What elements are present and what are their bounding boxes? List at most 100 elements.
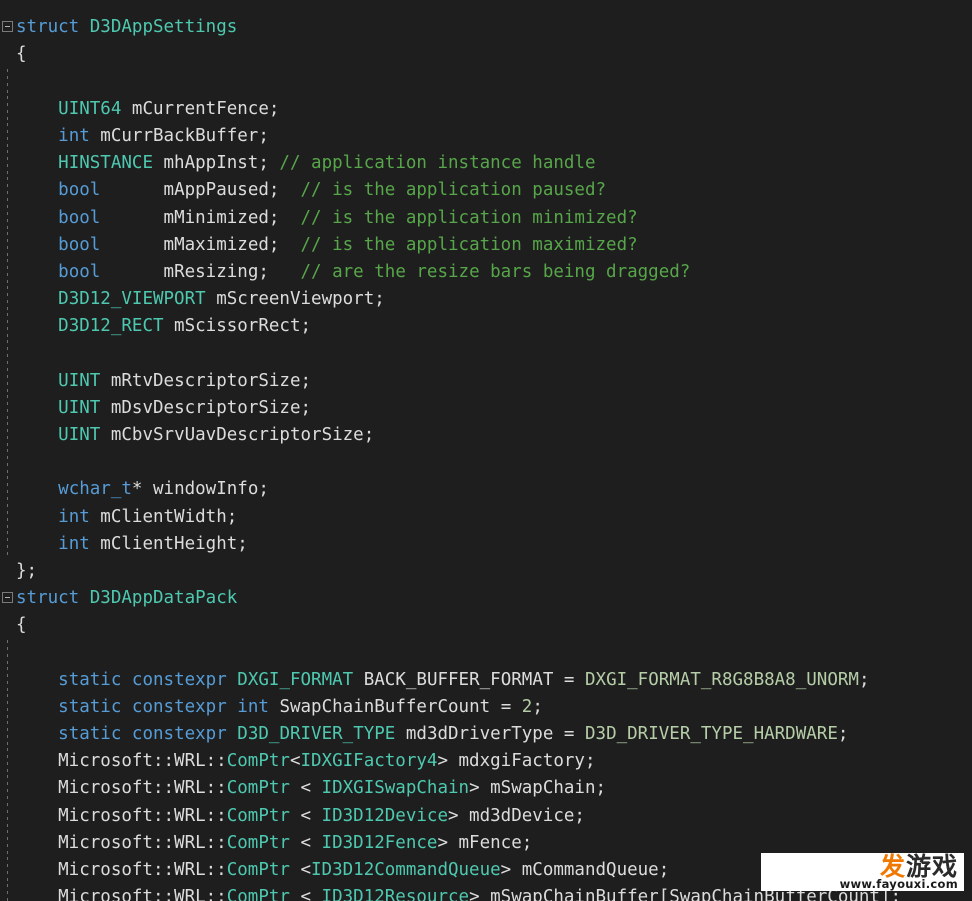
code-token: > mCommandQueue; [500,860,670,880]
code-token: int [58,506,90,527]
code-line[interactable] [0,449,972,477]
code-token: struct [16,588,80,609]
code-line[interactable]: static constexpr DXGI_FORMAT BACK_BUFFER… [0,666,972,694]
code-line[interactable]: { [0,612,972,639]
code-line-text: bool mAppPaused; // is the application p… [0,180,606,200]
code-line[interactable]: { [0,41,972,68]
code-line-text: bool mResizing; // are the resize bars b… [0,262,690,282]
code-token: BACK_BUFFER_FORMAT = [353,669,585,690]
code-line[interactable]: HINSTANCE mhAppInst; // application inst… [0,150,972,178]
code-token: constexpr [131,669,227,690]
code-content[interactable]: struct D3DAppSettings { UINT64 mCurrentFe… [0,0,972,901]
code-line-text: Microsoft::WRL::ComPtr<IDXGIFactory4> md… [0,751,595,772]
fold-collapse-icon[interactable] [2,21,13,33]
code-line[interactable]: }; [0,558,972,585]
code-line[interactable]: UINT mDsvDescriptorSize; [0,394,972,422]
indent-guide [7,666,8,694]
indent-guide [7,367,8,395]
code-token: static [58,724,122,745]
code-token: bool [58,261,101,282]
indent-guide [7,422,8,450]
code-token: ; [858,669,870,690]
code-token: * windowInfo; [131,479,269,500]
code-line-text: { [0,615,27,635]
code-token: SwapChainBufferCount = [268,696,522,717]
code-line[interactable]: bool mResizing; // are the resize bars b… [0,258,972,287]
code-token: struct [16,17,80,38]
code-token: // is the application maximized? [300,234,638,255]
code-line[interactable]: bool mMinimized; // is the application m… [0,204,972,232]
code-line[interactable]: int mClientWidth; [0,503,972,531]
code-line[interactable] [0,68,972,96]
code-token: D3D_DRIVER_TYPE_HARDWARE [585,724,838,745]
code-line[interactable]: Microsoft::WRL::ComPtr<IDXGIFactory4> md… [0,748,972,776]
code-token: DXGI_FORMAT_R8G8B8A8_UNORM [585,669,859,690]
code-token: Microsoft::WRL:: [16,751,227,772]
indent-guide [7,802,8,830]
code-token: // are the resize bars being dragged? [300,261,691,282]
code-line[interactable]: int mCurrBackBuffer; [0,122,972,151]
code-line[interactable] [0,0,972,14]
code-line[interactable] [0,639,972,667]
code-line[interactable]: wchar_t* windowInfo; [0,476,972,504]
code-line[interactable]: UINT mRtvDescriptorSize; [0,367,972,395]
indent-guide [7,122,8,151]
code-line-text: struct D3DAppDataPack [0,588,237,608]
code-line[interactable]: D3D12_RECT mScissorRect; [0,313,972,341]
indent-guide [7,258,8,287]
site-watermark: 发游戏 www.fayouxi.com [761,853,964,891]
code-token: int [58,125,90,146]
code-line[interactable]: static constexpr int SwapChainBufferCoun… [0,693,972,722]
code-token: D3D12_RECT [58,316,164,337]
code-line[interactable]: Microsoft::WRL::ComPtr < ID3D12Device> m… [0,802,972,830]
code-token: < [289,887,322,901]
code-token: Microsoft::WRL:: [16,887,227,901]
code-line[interactable]: bool mAppPaused; // is the application p… [0,177,972,205]
code-line-text: Microsoft::WRL::ComPtr < ID3D12Device> m… [0,806,585,826]
code-line[interactable]: static constexpr D3D_DRIVER_TYPE md3dDri… [0,721,972,749]
code-line-text: HINSTANCE mhAppInst; // application inst… [0,153,595,173]
code-token: Microsoft::WRL:: [16,832,227,853]
code-line-text: UINT mCbvSrvUavDescriptorSize; [0,425,374,445]
code-token: UINT64 [58,98,122,119]
code-token: ComPtr [226,860,290,880]
code-line[interactable]: struct D3DAppSettings [0,14,972,41]
code-line[interactable] [0,340,972,368]
code-line[interactable]: struct D3DAppDataPack [0,585,972,612]
code-line[interactable]: D3D12_VIEWPORT mScreenViewport; [0,286,972,314]
code-line[interactable]: int mClientHeight; [0,530,972,558]
code-token: constexpr [131,696,227,717]
code-token: int [237,696,269,717]
indent-guide [7,286,8,314]
code-line-text: bool mMaximized; // is the application m… [0,235,638,255]
code-line[interactable]: UINT mCbvSrvUavDescriptorSize; [0,422,972,450]
code-token: 2 [521,696,533,717]
code-line-text: wchar_t* windowInfo; [0,479,269,499]
code-line[interactable]: UINT64 mCurrentFence; [0,95,972,123]
code-line[interactable]: bool mMaximized; // is the application m… [0,231,972,259]
code-token: wchar_t [58,479,132,500]
code-token: > md3dDevice; [447,805,585,826]
code-token: D3DAppSettings [89,17,238,38]
code-line[interactable]: Microsoft::WRL::ComPtr < IDXGISwapChain>… [0,775,972,803]
code-line-text: D3D12_VIEWPORT mScreenViewport; [0,289,385,309]
code-editor-viewport[interactable]: struct D3DAppSettings { UINT64 mCurrentFe… [0,0,972,901]
code-token: { [16,615,27,636]
code-token: UINT [58,425,101,445]
indent-guide [7,748,8,776]
fold-collapse-icon[interactable] [2,592,13,604]
code-token: mClientHeight; [89,533,248,554]
